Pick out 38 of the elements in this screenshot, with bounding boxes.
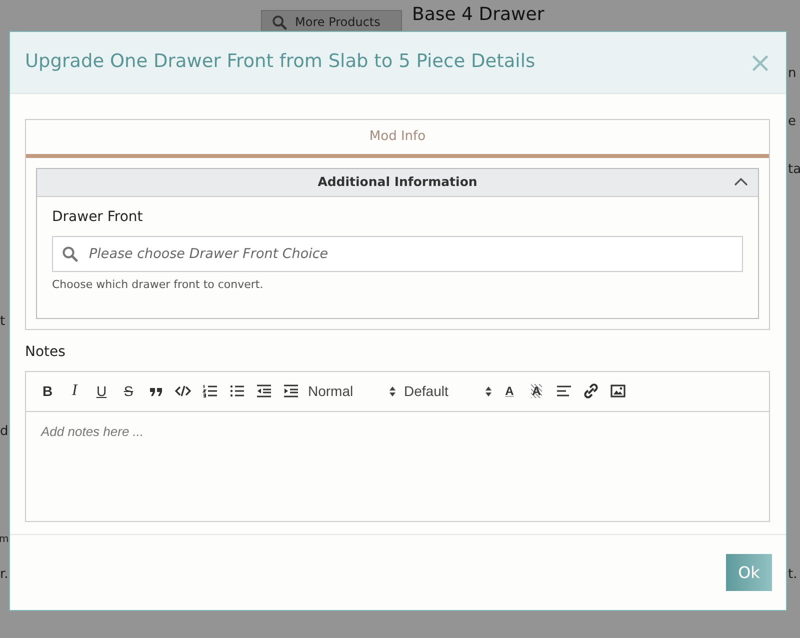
format-select[interactable]: Normal xyxy=(308,380,396,402)
search-field[interactable]: Please choose Drawer Front Choice xyxy=(52,236,743,272)
strikethrough-button[interactable]: S xyxy=(119,381,138,401)
image-icon xyxy=(610,383,626,399)
page-text: t xyxy=(0,314,6,330)
section-header[interactable]: Additional Information xyxy=(37,169,758,197)
modal-title: Upgrade One Drawer Front from Slab to 5 Piece Details xyxy=(25,51,536,74)
indent-icon xyxy=(282,383,298,399)
page-text: e xyxy=(788,114,796,130)
format-select[interactable]: Default xyxy=(404,380,492,402)
sort-arrows-icon xyxy=(389,386,396,396)
page-text: r. xyxy=(0,567,8,583)
page-title: Base 4 Drawer xyxy=(412,4,544,26)
notes-field[interactable]: Add notes here ... xyxy=(25,412,770,522)
page-text: t. xyxy=(788,567,798,583)
section-title: Additional Information xyxy=(318,173,478,192)
page-text: d xyxy=(0,424,8,440)
code-icon xyxy=(174,383,190,399)
link-icon xyxy=(582,383,598,399)
search-icon xyxy=(272,14,287,30)
page-text: m xyxy=(0,533,9,547)
outdent-icon xyxy=(256,383,272,399)
underline-button[interactable]: U xyxy=(92,381,111,401)
notes-label: Notes xyxy=(25,342,66,362)
ordered-list-icon xyxy=(202,383,218,399)
field-label: Drawer Front xyxy=(52,208,144,227)
bullet-list-icon xyxy=(228,383,244,399)
sort-arrows-icon xyxy=(485,386,492,396)
search-icon xyxy=(62,246,78,262)
help-text: Choose which drawer front to convert. xyxy=(52,277,264,293)
link-button[interactable] xyxy=(581,381,600,401)
align-left-icon xyxy=(556,383,572,399)
highlight-button[interactable]: A xyxy=(527,381,546,401)
text-color-button[interactable]: A xyxy=(500,381,519,401)
page-text: ta xyxy=(788,162,800,178)
bold-button[interactable]: B xyxy=(38,381,57,401)
italic-button[interactable]: I xyxy=(65,381,84,401)
page-text: n xyxy=(788,66,796,82)
